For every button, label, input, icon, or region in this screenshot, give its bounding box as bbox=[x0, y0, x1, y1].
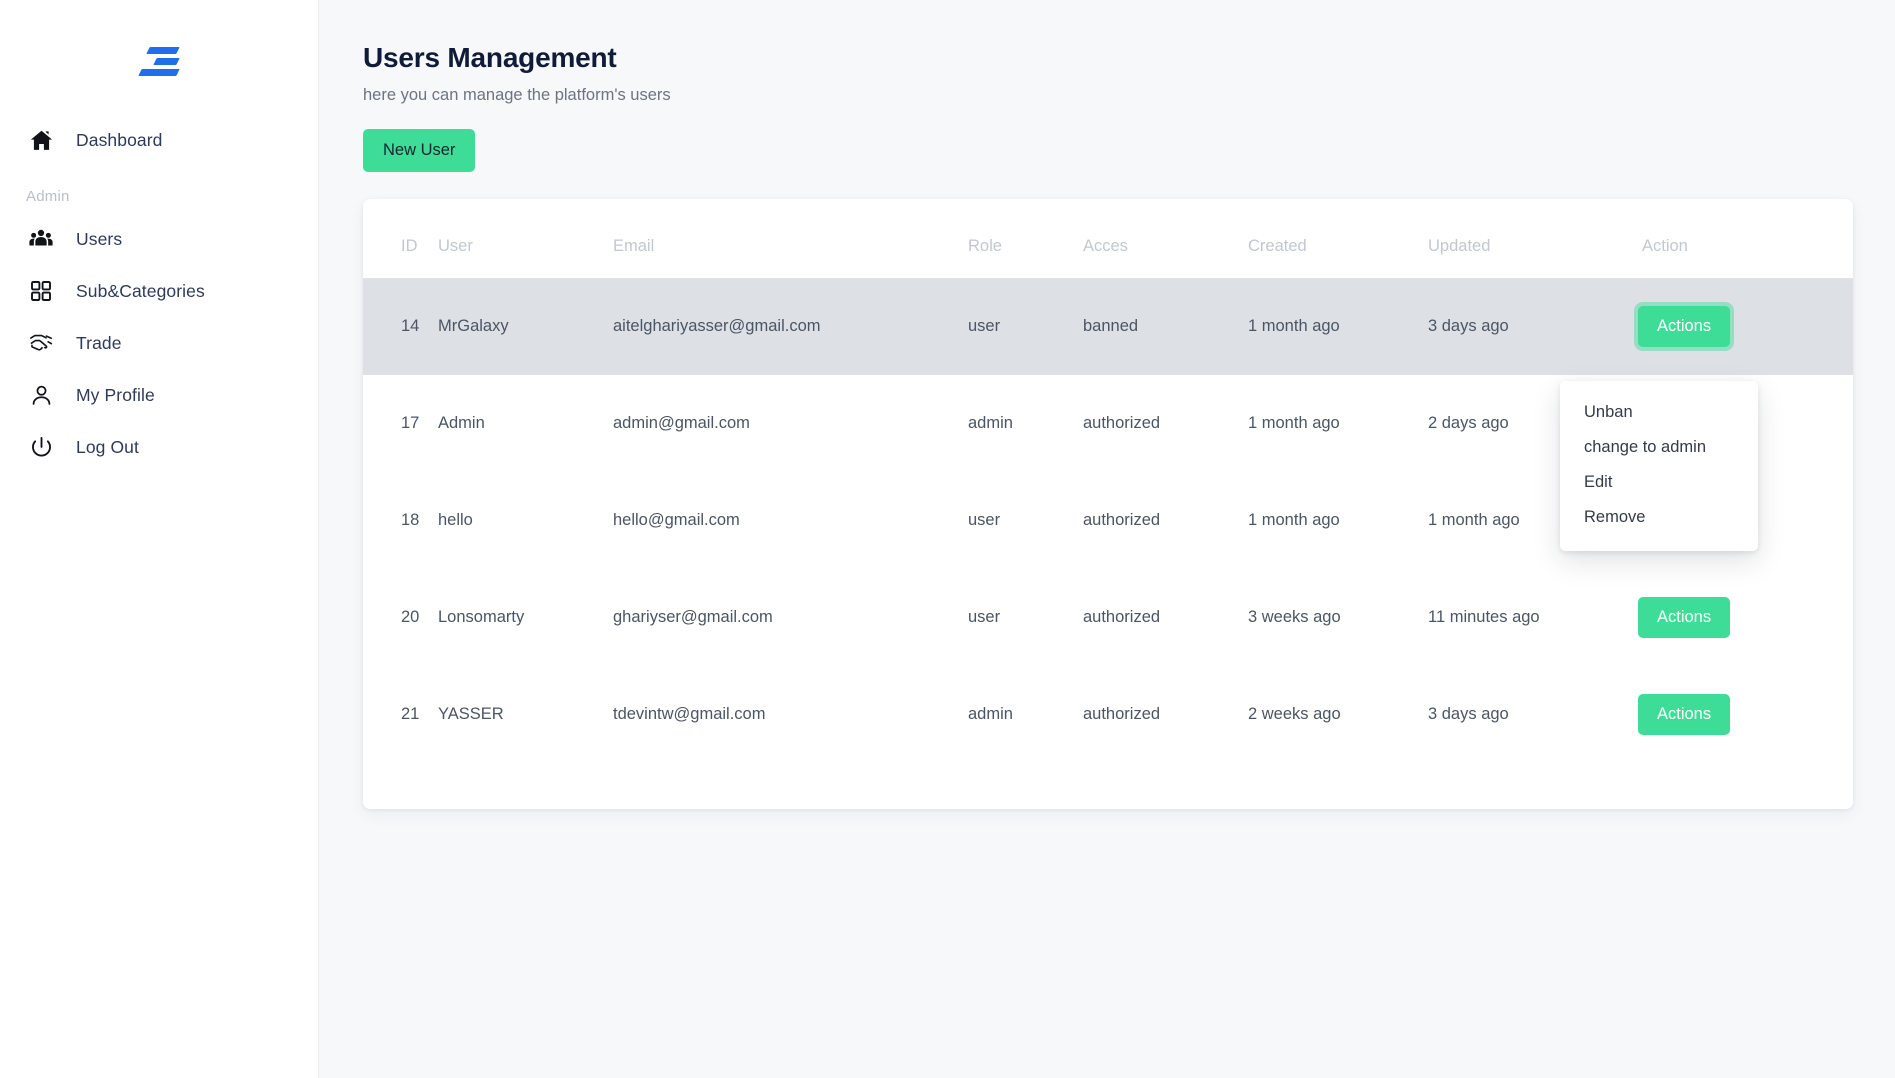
column-header-user: User bbox=[438, 237, 473, 255]
cell-email: admin@gmail.com bbox=[613, 414, 750, 432]
cell-role: admin bbox=[968, 414, 1013, 432]
cell-email: aitelghariyasser@gmail.com bbox=[613, 278, 968, 375]
table-header-row: ID User Email Role Acces Created Updated… bbox=[363, 199, 1853, 278]
cell-acces: authorized bbox=[1083, 414, 1161, 432]
actions-button[interactable]: Actions bbox=[1638, 306, 1731, 347]
cell-id: 14 bbox=[363, 278, 438, 375]
cell-created: 1 month ago bbox=[1248, 511, 1340, 529]
cell-id: 21 bbox=[401, 705, 420, 723]
sidebar-item-trade[interactable]: Trade bbox=[0, 317, 318, 369]
dropdown-item-edit[interactable]: Edit bbox=[1560, 465, 1758, 500]
cell-user: YASSER bbox=[438, 705, 504, 723]
home-icon bbox=[26, 125, 56, 155]
dropdown-item-change-to-admin[interactable]: change to admin bbox=[1560, 430, 1758, 465]
users-table-card: ID User Email Role Acces Created Updated… bbox=[363, 199, 1853, 809]
sidebar-item-my-profile[interactable]: My Profile bbox=[0, 369, 318, 421]
sidebar-item-label: Dashboard bbox=[76, 129, 163, 150]
cell-role: user bbox=[968, 511, 1001, 529]
column-header-acces: Acces bbox=[1083, 237, 1128, 255]
cell-user: hello bbox=[438, 511, 473, 529]
sidebar-item-users[interactable]: Users bbox=[0, 213, 318, 265]
sidebar-item-label: Sub&Categories bbox=[76, 280, 205, 301]
app-root: Dashboard Admin Users Sub&Categories Tra… bbox=[0, 0, 1895, 1078]
cell-updated: 3 days ago bbox=[1428, 278, 1638, 375]
sidebar: Dashboard Admin Users Sub&Categories Tra… bbox=[0, 0, 319, 1078]
cell-user: Admin bbox=[438, 414, 485, 432]
actions-dropdown-menu: Unban change to admin Edit Remove bbox=[1560, 381, 1758, 551]
power-icon bbox=[26, 432, 56, 462]
column-header-created: Created bbox=[1248, 237, 1307, 255]
cell-acces: authorized bbox=[1083, 608, 1161, 626]
column-header-email: Email bbox=[613, 237, 655, 255]
column-header-updated: Updated bbox=[1428, 237, 1491, 255]
page-subtitle: here you can manage the platform's users bbox=[363, 86, 671, 104]
cell-acces: authorized bbox=[1083, 705, 1161, 723]
cell-id: 20 bbox=[401, 608, 420, 626]
dropdown-item-remove[interactable]: Remove bbox=[1560, 500, 1758, 535]
cell-user: MrGalaxy bbox=[438, 278, 613, 375]
cell-updated: 11 minutes ago bbox=[1428, 608, 1540, 626]
users-table: ID User Email Role Acces Created Updated… bbox=[363, 199, 1853, 763]
cell-acces: authorized bbox=[1083, 511, 1161, 529]
column-header-action: Action bbox=[1642, 237, 1688, 255]
cell-email: ghariyser@gmail.com bbox=[613, 608, 773, 626]
cell-created: 1 month ago bbox=[1248, 414, 1340, 432]
cell-acces: banned bbox=[1083, 278, 1248, 375]
cell-id: 18 bbox=[401, 511, 420, 529]
cell-created: 2 weeks ago bbox=[1248, 705, 1341, 723]
page-title: Users Management bbox=[363, 42, 617, 73]
actions-button[interactable]: Actions bbox=[1638, 597, 1731, 638]
cell-action: Actions bbox=[1638, 666, 1853, 763]
handshake-icon bbox=[26, 328, 56, 358]
actions-button[interactable]: Actions bbox=[1638, 694, 1731, 735]
main-content: Users Management here you can manage the… bbox=[319, 0, 1895, 1078]
sidebar-nav-admin: Users Sub&Categories Trade My Profile Lo… bbox=[0, 213, 318, 473]
table-row[interactable]: 14 MrGalaxy aitelghariyasser@gmail.com user… bbox=[363, 278, 1853, 551]
new-user-button[interactable]: New User bbox=[363, 129, 476, 172]
dropdown-item-unban[interactable]: Unban bbox=[1560, 395, 1758, 430]
cell-action: Actions bbox=[1638, 569, 1853, 666]
cell-role: admin bbox=[968, 705, 1013, 723]
cell-created: 1 month ago bbox=[1248, 278, 1428, 375]
sidebar-item-label: Users bbox=[76, 228, 123, 249]
sidebar-item-label: Log Out bbox=[76, 436, 139, 457]
grid-icon bbox=[26, 276, 56, 306]
table-row[interactable]: 20 Lonsomarty ghariyser@gmail.com user autho… bbox=[363, 569, 1853, 666]
cell-action: Actions Unban change to admin Edit Remove bbox=[1560, 278, 1853, 551]
cell-role: user bbox=[968, 608, 1001, 626]
logo-container[interactable] bbox=[0, 26, 318, 96]
sidebar-item-label: My Profile bbox=[76, 384, 155, 405]
cell-created: 3 weeks ago bbox=[1248, 608, 1341, 626]
table-row[interactable]: 21 YASSER tdevintw@gmail.com admin authorize… bbox=[363, 666, 1853, 763]
sidebar-item-label: Trade bbox=[76, 332, 122, 353]
sidebar-item-dashboard[interactable]: Dashboard bbox=[0, 114, 318, 166]
sidebar-nav-main: Dashboard bbox=[0, 114, 318, 166]
column-header-id: ID bbox=[401, 237, 418, 255]
cell-email: hello@gmail.com bbox=[613, 511, 740, 529]
app-logo-icon bbox=[138, 43, 180, 79]
table-body: 14 MrGalaxy aitelghariyasser@gmail.com user… bbox=[363, 278, 1853, 763]
cell-user: Lonsomarty bbox=[438, 608, 525, 626]
column-header-role: Role bbox=[968, 237, 1002, 255]
person-icon bbox=[26, 380, 56, 410]
table-head: ID User Email Role Acces Created Updated… bbox=[363, 199, 1853, 278]
sidebar-item-log-out[interactable]: Log Out bbox=[0, 421, 318, 473]
cell-email: tdevintw@gmail.com bbox=[613, 705, 766, 723]
cell-role: user bbox=[968, 278, 1083, 375]
users-group-icon bbox=[26, 224, 56, 254]
sidebar-section-admin-label: Admin bbox=[26, 188, 70, 205]
cell-updated: 3 days ago bbox=[1428, 705, 1509, 723]
cell-id: 17 bbox=[401, 414, 420, 432]
sidebar-item-subcategories[interactable]: Sub&Categories bbox=[0, 265, 318, 317]
